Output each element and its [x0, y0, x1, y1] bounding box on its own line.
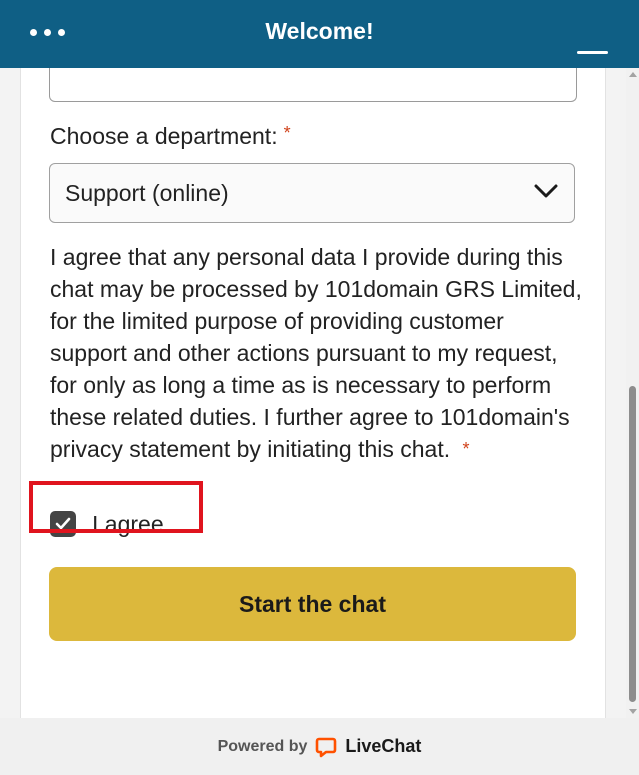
- scroll-thumb[interactable]: [629, 386, 636, 702]
- livechat-brand: LiveChat: [345, 736, 422, 756]
- livechat-logo-icon: [316, 737, 337, 757]
- department-select-value: Support (online): [65, 180, 229, 206]
- required-mark: *: [283, 123, 291, 143]
- department-label-text: Choose a department:: [50, 123, 278, 149]
- chat-header: Welcome!: [0, 0, 639, 68]
- scroll-up-arrow-icon[interactable]: [629, 72, 637, 77]
- start-chat-button[interactable]: Start the chat: [49, 567, 576, 641]
- consent-required-mark: *: [462, 439, 470, 459]
- previous-field-input[interactable]: [49, 68, 577, 102]
- powered-by-text: Powered by: [217, 737, 308, 755]
- consent-text: I agree that any personal data I provide…: [50, 244, 582, 462]
- footer: Powered by LiveChat: [0, 718, 639, 775]
- powered-by-link[interactable]: Powered by LiveChat: [217, 736, 422, 758]
- chevron-down-icon: [534, 184, 558, 198]
- scroll-down-arrow-icon[interactable]: [629, 709, 637, 714]
- prechat-form: Choose a department: * Support (online) I…: [20, 68, 606, 718]
- consent-text-block: I agree that any personal data I provide…: [50, 241, 582, 465]
- department-label: Choose a department: *: [50, 123, 291, 150]
- department-select[interactable]: Support (online): [49, 163, 575, 223]
- scrollbar[interactable]: [626, 68, 639, 718]
- minimize-icon[interactable]: [577, 30, 609, 54]
- highlight-box: [29, 481, 203, 533]
- chat-scroll-area: Choose a department: * Support (online) I…: [0, 68, 639, 718]
- header-title: Welcome!: [265, 18, 374, 44]
